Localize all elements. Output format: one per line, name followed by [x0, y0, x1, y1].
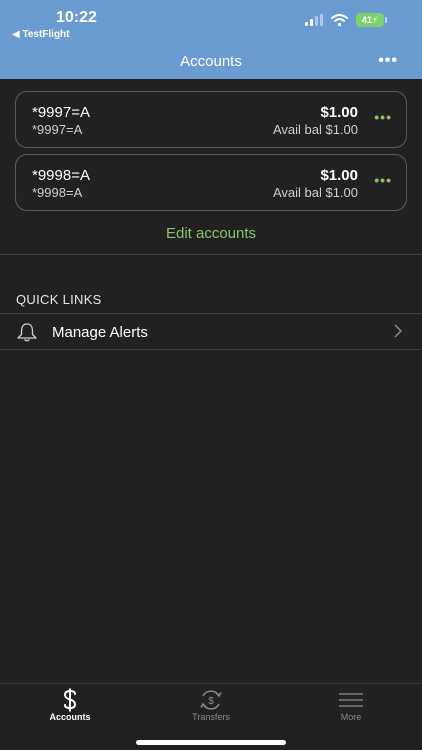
quick-links-heading: QUICK LINKS [16, 292, 102, 307]
section-divider [0, 254, 422, 255]
account-available-balance: Avail bal $1.00 [272, 185, 358, 200]
account-number: *9997=A [32, 122, 83, 137]
tab-transfers[interactable]: $ Transfers [141, 684, 281, 734]
tab-label: Accounts [49, 712, 91, 722]
page-title: Accounts [180, 53, 242, 70]
chevron-right-icon [394, 324, 402, 338]
account-number: *9998=A [32, 185, 83, 200]
account-name: *9998=A [32, 167, 90, 184]
manage-alerts-label: Manage Alerts [52, 324, 148, 341]
tab-label: More [340, 712, 362, 722]
tab-accounts[interactable]: Accounts [0, 684, 140, 734]
account-menu-button[interactable]: ••• [374, 172, 392, 188]
back-to-testflight-link[interactable]: ◀ TestFlight [12, 29, 70, 40]
account-name: *9997=A [32, 104, 90, 121]
battery-level: 41 [361, 15, 372, 25]
more-options-button[interactable]: ••• [378, 52, 398, 70]
account-card[interactable]: *9998=A *9998=A $1.00 Avail bal $1.00 ••… [15, 154, 407, 211]
status-icons: 41 ⚡ [305, 13, 387, 27]
svg-text:$: $ [208, 696, 214, 707]
signal-icon [305, 14, 323, 26]
home-indicator[interactable] [136, 740, 286, 745]
section-divider [0, 349, 422, 350]
battery-icon: 41 ⚡ [356, 13, 387, 27]
bell-icon [17, 323, 37, 342]
edit-accounts-link[interactable]: Edit accounts [0, 225, 422, 242]
header: 10:22 ◀ TestFlight 41 ⚡ Accounts ••• [0, 0, 422, 79]
wifi-icon [331, 14, 348, 26]
account-menu-button[interactable]: ••• [374, 109, 392, 125]
account-card[interactable]: *9997=A *9997=A $1.00 Avail bal $1.00 ••… [15, 91, 407, 148]
tab-more[interactable]: More [281, 684, 421, 734]
status-time: 10:22 [56, 9, 97, 26]
manage-alerts-row[interactable]: Manage Alerts [0, 314, 422, 350]
account-balance: $1.00 [320, 167, 358, 184]
account-available-balance: Avail bal $1.00 [272, 122, 358, 137]
tab-label: Transfers [192, 712, 230, 722]
dollar-icon [63, 688, 77, 712]
menu-icon [339, 693, 363, 707]
account-balance: $1.00 [320, 104, 358, 121]
transfer-icon: $ [200, 690, 222, 710]
